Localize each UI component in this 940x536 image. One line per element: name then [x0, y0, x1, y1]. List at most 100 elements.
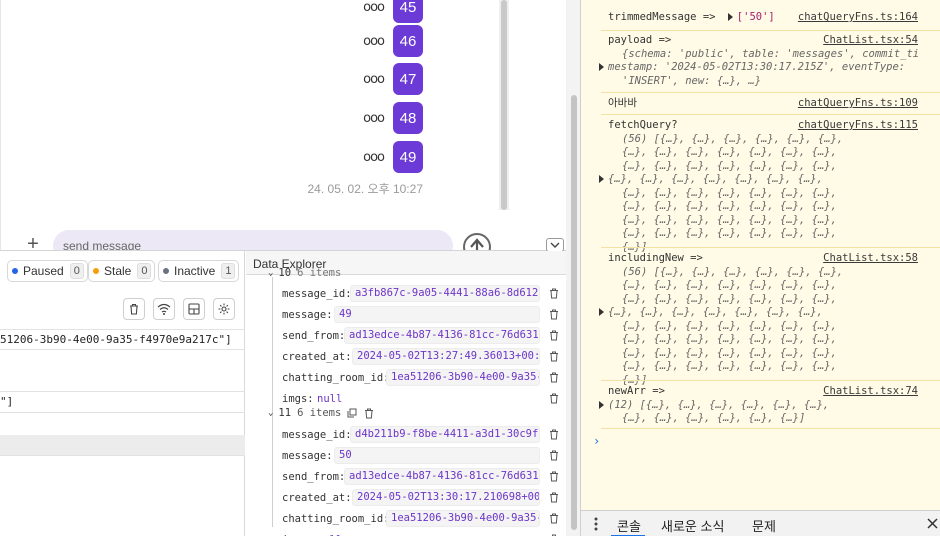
message-menu-dots[interactable]: ooo [363, 34, 385, 49]
tab-issues[interactable]: 문제 [752, 516, 776, 535]
console-object-line[interactable]: mestamp: '2024-05-02T13:30:17.215Z', eve… [599, 61, 918, 75]
close-icon[interactable] [927, 518, 938, 529]
console-array-line: {…}, {…}, {…}, {…}, {…}, {…}, {…}, [622, 227, 837, 239]
console-array-line[interactable]: (12) [{…}, {…}, {…}, {…}, {…}, {…}, [599, 399, 918, 413]
entry-key: message_id: [282, 428, 352, 441]
expand-arrow-icon[interactable] [599, 400, 604, 409]
query-row[interactable] [0, 371, 245, 392]
tree-group-header[interactable]: ⌄ 10 6 items [268, 267, 341, 279]
trash-icon[interactable] [549, 309, 559, 320]
collapse-panel-button[interactable] [546, 238, 564, 252]
tab-whats-new[interactable]: 새로운 소식 [661, 516, 724, 535]
trash-icon[interactable] [549, 450, 559, 461]
console-array-line: (56) [{…}, {…}, {…}, {…}, {…}, {…}, [622, 265, 844, 278]
browser-console: trimmedMessage => ['50'] chatQueryFns.ts… [580, 0, 940, 536]
data-entry: chatting_room_id: 1ea51206-3b90-4e00-9a3… [246, 367, 566, 388]
data-entry: message_id: d4b211b9-f8be-4411-a3d1-30c9… [246, 424, 566, 445]
expand-arrow-icon[interactable] [727, 13, 733, 21]
entry-value[interactable]: 49 [334, 306, 540, 323]
filter-stale[interactable]: Stale 0 [88, 260, 156, 282]
trash-icon[interactable] [549, 429, 559, 440]
console-array-line[interactable]: {…}, {…}, {…}, {…}, {…}, {…}, {…}, [599, 173, 918, 187]
trash-icon[interactable] [549, 393, 559, 404]
console-prompt[interactable]: › [593, 434, 600, 448]
data-entry: send_from: ad13edce-4b87-4136-81cc-76d63… [246, 466, 566, 487]
filter-paused[interactable]: Paused 0 [7, 260, 88, 282]
copy-icon[interactable] [347, 408, 357, 418]
trash-icon[interactable] [549, 330, 559, 341]
query-devtools-panel: Paused 0 Stale 0 Inactive 1 51206-3b90-4… [0, 238, 566, 536]
query-row[interactable]: "] [0, 392, 245, 413]
chat-scrollbar-thumb[interactable] [501, 0, 507, 210]
message-menu-dots[interactable]: ooo [363, 0, 385, 15]
status-dot-icon [93, 268, 99, 274]
chevron-down-icon: ⌄ [268, 268, 274, 278]
query-row-selected[interactable] [0, 435, 245, 456]
message-input[interactable] [53, 230, 453, 252]
message-menu-dots[interactable]: ooo [363, 111, 385, 126]
page-scrollbar-thumb[interactable] [571, 95, 577, 530]
entry-value[interactable]: 50 [334, 447, 540, 464]
console-array-line: {…}, {…}, {…}, {…}, {…}, {…}, {…}, [622, 292, 837, 305]
filter-count: 1 [221, 263, 236, 279]
console-array-line: {…}, {…}, {…}, {…}, {…}, {…}, {…}, [622, 159, 837, 172]
group-count: 6 items [297, 267, 342, 279]
expand-arrow-icon[interactable] [599, 308, 604, 316]
entry-value[interactable]: 2024-05-02T13:30:17.210698+00:00 [352, 489, 540, 506]
trash-icon[interactable] [364, 408, 374, 419]
console-source-link[interactable]: ChatList.tsx:74 [823, 385, 918, 397]
entry-value[interactable]: a3fb867c-9a05-4441-88a6-8d612bf6 [350, 285, 540, 302]
query-row[interactable]: 51206-3b90-4e00-9a35-f4970e9a217c"] [0, 329, 245, 350]
toggle-layout-button[interactable] [183, 298, 205, 320]
console-source-link[interactable]: chatQueryFns.ts:164 [798, 11, 918, 23]
entry-value[interactable]: 2024-05-02T13:27:49.36013+00:00 [352, 348, 540, 365]
message-menu-dots[interactable]: ooo [363, 72, 385, 87]
expand-arrow-icon[interactable] [599, 63, 604, 71]
tree-group-header[interactable]: ⌄ 11 6 items [268, 407, 374, 419]
data-explorer-pane: Data Explorer ⌄ 10 6 items message_id: a… [246, 251, 566, 536]
console-array-line[interactable]: {…}, {…}, {…}, {…}, {…}, {…}, {…}, [599, 306, 918, 320]
entry-value[interactable]: d4b211b9-f8be-4411-a3d1-30c9f7d6 [350, 426, 540, 443]
entry-key: message_id: [282, 287, 352, 300]
data-entry: imgs: null [246, 388, 566, 409]
filter-inactive[interactable]: Inactive 1 [158, 260, 240, 282]
expand-arrow-icon[interactable] [599, 175, 604, 183]
trash-icon[interactable] [549, 372, 559, 383]
console-array-line: {…}, {…}, {…}, {…}, {…}, {…}] [622, 412, 806, 424]
entry-key: created_at: [282, 350, 352, 363]
console-divider [601, 428, 940, 429]
trash-icon[interactable] [549, 513, 559, 524]
console-array-line: {…}, {…}, {…}, {…}, {…}, {…}, {…}, [622, 346, 837, 359]
group-index: 10 [278, 267, 292, 279]
filter-label: Stale [104, 264, 132, 278]
mock-offline-button[interactable] [153, 298, 175, 320]
console-source-link[interactable]: chatQueryFns.ts:109 [798, 97, 918, 109]
message-menu-dots[interactable]: ooo [363, 150, 385, 165]
entry-value[interactable]: null [317, 393, 342, 405]
console-divider [601, 380, 940, 381]
more-vertical-icon[interactable] [593, 517, 599, 531]
entry-value[interactable]: 1ea51206-3b90-4e00-9a35-f4 [386, 510, 540, 527]
status-dot-icon [163, 268, 169, 274]
clear-cache-button[interactable] [123, 298, 145, 320]
console-source-link[interactable]: ChatList.tsx:54 [823, 34, 918, 46]
drawer-tab-bar: 콘솔 새로운 소식 문제 [581, 510, 940, 536]
data-entry: send_from: ad13edce-4b87-4136-81cc-76d63… [246, 325, 566, 346]
trash-icon[interactable] [549, 351, 559, 362]
entry-value[interactable]: 1ea51206-3b90-4e00-9a35-f4 [386, 369, 540, 386]
trash-icon[interactable] [549, 288, 559, 299]
settings-button[interactable] [213, 298, 235, 320]
tab-console[interactable]: 콘솔 [617, 516, 641, 535]
trash-icon[interactable] [549, 492, 559, 503]
entry-key: chatting_room_id: [282, 512, 390, 525]
entry-value[interactable]: ad13edce-4b87-4136-81cc-76d63113 [344, 327, 540, 344]
console-source-link[interactable]: ChatList.tsx:58 [823, 252, 918, 264]
console-source-link[interactable]: chatQueryFns.ts:115 [798, 119, 918, 131]
filter-count: 0 [137, 263, 152, 279]
message-bubble: 46 [393, 25, 423, 57]
entry-value[interactable]: ad13edce-4b87-4136-81cc-76d63113 [344, 468, 540, 485]
console-value[interactable]: ['50'] [737, 11, 775, 23]
console-array-line: {…}, {…}, {…}, {…}, {…}, {…}, {…}, [622, 333, 837, 345]
trash-icon [130, 303, 138, 315]
trash-icon[interactable] [549, 471, 559, 482]
